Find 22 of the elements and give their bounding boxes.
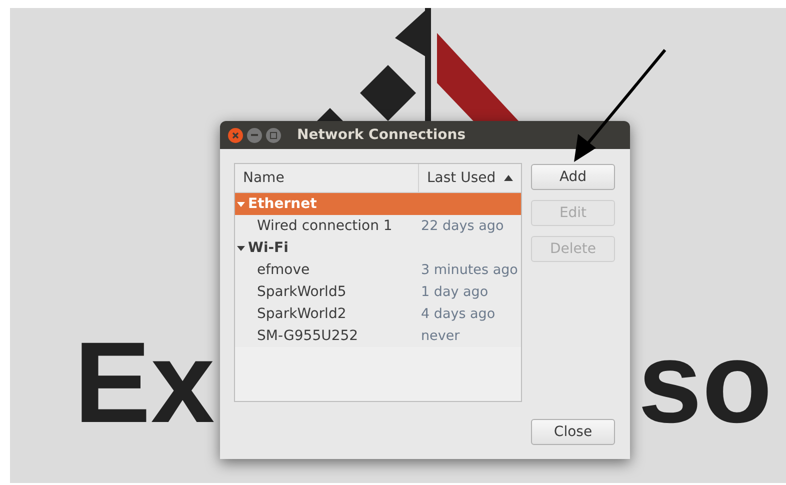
close-button[interactable]: Close [531, 419, 615, 445]
connection-name[interactable]: Wired connection 1 [235, 216, 419, 236]
wallpaper-text: Ex [74, 326, 215, 441]
last-used-cell-text: 4 days ago [420, 304, 496, 324]
maximize-icon[interactable] [266, 128, 281, 142]
last-used-cell-text: never [420, 326, 460, 346]
last-used-cell-text: 1 day ago [420, 282, 488, 302]
last-used-cell-text: 3 minutes ago [420, 260, 518, 280]
column-header[interactable]: Name [235, 164, 419, 192]
connection-name[interactable]: efmove [235, 260, 419, 280]
minimize-icon[interactable] [247, 128, 262, 142]
window-title: Network Connections [297, 126, 466, 144]
action-button[interactable]: Add [531, 164, 615, 190]
close-icon[interactable] [228, 128, 243, 142]
group-row[interactable]: Wi-Fi [235, 237, 521, 259]
connection-name[interactable]: SparkWorld5 [235, 282, 419, 302]
expanded-icon[interactable] [237, 244, 245, 252]
connection-name[interactable]: SparkWorld2 [235, 304, 419, 324]
last-used-cell-text: 22 days ago [420, 216, 504, 236]
wallpaper-text: so [638, 326, 772, 441]
connection-name[interactable]: SM-G955U252 [235, 326, 419, 346]
column-header[interactable]: Last Used [419, 164, 521, 192]
